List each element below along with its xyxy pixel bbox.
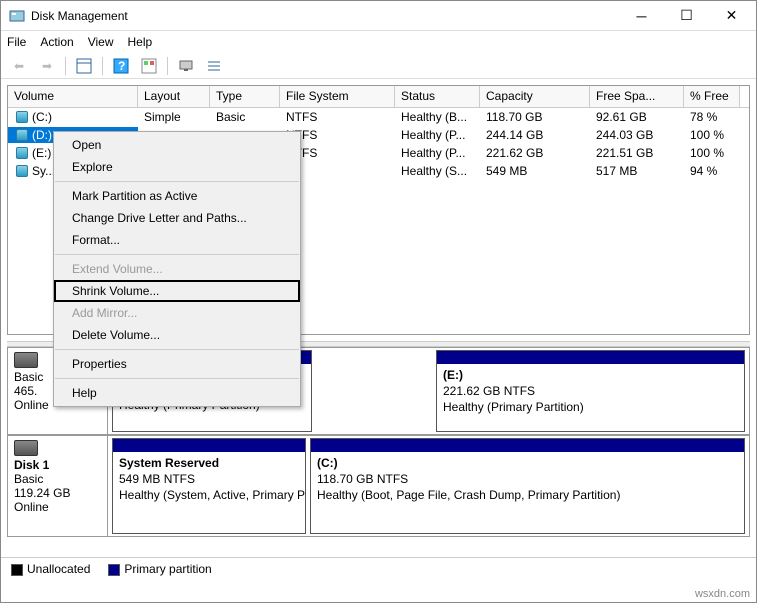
list-icon[interactable]: [202, 55, 226, 77]
part-name: (E:): [443, 368, 463, 382]
computer-icon[interactable]: [174, 55, 198, 77]
volume-row[interactable]: (C:) Simple Basic NTFS Healthy (B... 118…: [8, 108, 749, 126]
legend: Unallocated Primary partition: [1, 557, 756, 580]
watermark: wsxdn.com: [693, 586, 752, 602]
ctx-mark-active[interactable]: Mark Partition as Active: [54, 185, 300, 207]
part-status: Healthy (System, Active, Primary P: [119, 488, 305, 502]
disk-icon: [16, 129, 28, 141]
titlebar: Disk Management ─ ☐ ✕: [1, 1, 756, 31]
part-size: 549 MB NTFS: [119, 472, 195, 486]
col-filesystem[interactable]: File System: [280, 86, 395, 107]
ctx-open[interactable]: Open: [54, 134, 300, 156]
disk0-partition-e[interactable]: (E:) 221.62 GB NTFS Healthy (Primary Par…: [436, 350, 745, 432]
app-window: Disk Management ─ ☐ ✕ File Action View H…: [0, 0, 757, 603]
col-free[interactable]: Free Spa...: [590, 86, 684, 107]
part-name: System Reserved: [119, 456, 219, 470]
vol-name: (E:): [32, 146, 51, 160]
menu-file[interactable]: File: [7, 35, 26, 49]
ctx-explore[interactable]: Explore: [54, 156, 300, 178]
disk-icon: [14, 352, 38, 368]
disk1-status: Online: [14, 500, 101, 514]
disk1-name: Disk 1: [14, 458, 101, 472]
vol-name: (C:): [32, 110, 52, 124]
part-status: Healthy (Primary Partition): [443, 400, 584, 414]
app-icon: [9, 8, 25, 24]
forward-button[interactable]: ➡: [35, 55, 59, 77]
legend-unallocated: Unallocated: [27, 562, 90, 576]
ctx-properties[interactable]: Properties: [54, 353, 300, 375]
disk-icon: [16, 111, 28, 123]
menu-action[interactable]: Action: [40, 35, 73, 49]
col-pctfree[interactable]: % Free: [684, 86, 740, 107]
menu-help[interactable]: Help: [128, 35, 153, 49]
disk-icon: [16, 147, 28, 159]
help-icon[interactable]: ?: [109, 55, 133, 77]
vol-name: Sy...: [32, 164, 55, 178]
menu-view[interactable]: View: [88, 35, 114, 49]
refresh-icon[interactable]: [137, 55, 161, 77]
disk1-partition-c[interactable]: (C:) 118.70 GB NTFS Healthy (Boot, Page …: [310, 438, 745, 534]
part-name: (C:): [317, 456, 338, 470]
vol-name: (D:): [32, 128, 52, 142]
close-button[interactable]: ✕: [709, 1, 754, 30]
toolbar: ⬅ ➡ ?: [1, 53, 756, 79]
col-volume[interactable]: Volume: [8, 86, 138, 107]
col-type[interactable]: Type: [210, 86, 280, 107]
legend-primary-swatch: [108, 564, 120, 576]
part-status: Healthy (Boot, Page File, Crash Dump, Pr…: [317, 488, 620, 502]
ctx-help[interactable]: Help: [54, 382, 300, 404]
context-menu: Open Explore Mark Partition as Active Ch…: [53, 131, 301, 407]
menubar: File Action View Help: [1, 31, 756, 53]
ctx-shrink[interactable]: Shrink Volume...: [54, 280, 300, 302]
grid-header: Volume Layout Type File System Status Ca…: [8, 86, 749, 108]
maximize-button[interactable]: ☐: [664, 1, 709, 30]
ctx-add-mirror: Add Mirror...: [54, 302, 300, 324]
col-layout[interactable]: Layout: [138, 86, 210, 107]
ctx-extend: Extend Volume...: [54, 258, 300, 280]
window-title: Disk Management: [31, 9, 619, 23]
disk1-type: Basic: [14, 472, 101, 486]
disk1-info: Disk 1 Basic 119.24 GB Online: [8, 436, 108, 536]
part-size: 221.62 GB NTFS: [443, 384, 535, 398]
minimize-button[interactable]: ─: [619, 1, 664, 30]
disk1-panel: Disk 1 Basic 119.24 GB Online System Res…: [7, 435, 750, 537]
disk-icon: [16, 165, 28, 177]
col-status[interactable]: Status: [395, 86, 480, 107]
disk1-partition-sys[interactable]: System Reserved 549 MB NTFS Healthy (Sys…: [112, 438, 306, 534]
disk1-size: 119.24 GB: [14, 486, 101, 500]
legend-unallocated-swatch: [11, 564, 23, 576]
svg-text:?: ?: [118, 59, 125, 73]
part-size: 118.70 GB NTFS: [317, 472, 408, 486]
col-capacity[interactable]: Capacity: [480, 86, 590, 107]
ctx-change-letter[interactable]: Change Drive Letter and Paths...: [54, 207, 300, 229]
ctx-format[interactable]: Format...: [54, 229, 300, 251]
legend-primary: Primary partition: [124, 562, 211, 576]
back-button[interactable]: ⬅: [7, 55, 31, 77]
ctx-delete[interactable]: Delete Volume...: [54, 324, 300, 346]
view-icon[interactable]: [72, 55, 96, 77]
disk-icon: [14, 440, 38, 456]
